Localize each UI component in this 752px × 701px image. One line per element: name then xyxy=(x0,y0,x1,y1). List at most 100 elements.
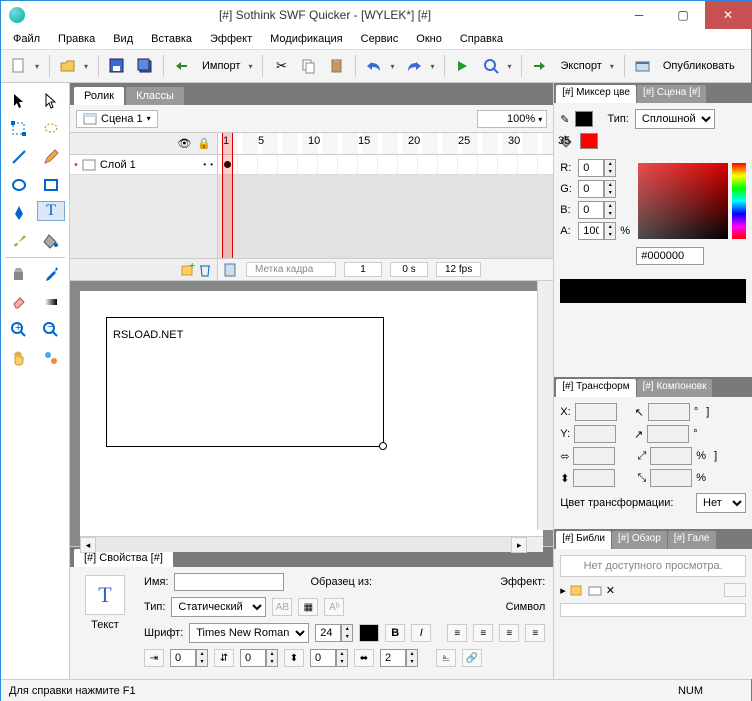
gradient-tool[interactable] xyxy=(37,290,65,314)
sx-input[interactable] xyxy=(650,447,692,465)
h-input[interactable] xyxy=(573,469,615,487)
align-justify[interactable]: ≡ xyxy=(525,624,545,642)
oval-tool[interactable] xyxy=(5,173,33,197)
text-object[interactable]: RSLOAD.NET xyxy=(106,317,384,447)
frames-area[interactable]: 1 5 10 15 20 25 30 35 Метка кадра 1 0 s xyxy=(218,133,553,280)
color-swatch[interactable] xyxy=(359,624,379,642)
name-input[interactable] xyxy=(174,573,284,591)
play-button[interactable] xyxy=(451,54,475,78)
menu-service[interactable]: Сервис xyxy=(353,31,407,47)
menu-help[interactable]: Справка xyxy=(452,31,511,47)
close-button[interactable]: ✕ xyxy=(705,1,751,29)
type-select[interactable]: Статический xyxy=(171,597,266,617)
menu-edit[interactable]: Правка xyxy=(50,31,103,47)
menu-file[interactable]: Файл xyxy=(5,31,48,47)
export-icon[interactable] xyxy=(528,54,552,78)
b-input[interactable]: ▴▾ xyxy=(578,201,616,219)
redo-button[interactable] xyxy=(402,54,426,78)
frame-row[interactable] xyxy=(218,155,553,175)
eyedropper-tool[interactable] xyxy=(37,262,65,286)
sy-input[interactable] xyxy=(650,469,692,487)
line-tool[interactable] xyxy=(5,145,33,169)
add-layer-button[interactable]: + xyxy=(181,263,195,277)
rot-input[interactable] xyxy=(648,403,690,421)
undo-dropdown[interactable]: ▾ xyxy=(390,62,398,71)
hue-slider[interactable] xyxy=(732,163,746,239)
spin-3[interactable]: ▴▾ xyxy=(310,649,348,667)
tab-classes[interactable]: Классы xyxy=(126,87,184,105)
onion-skin-button[interactable] xyxy=(224,263,238,277)
save-button[interactable] xyxy=(105,54,129,78)
paste-button[interactable] xyxy=(325,54,349,78)
playhead[interactable] xyxy=(222,133,233,258)
maximize-button[interactable]: ▢ xyxy=(661,1,705,29)
y-input[interactable] xyxy=(574,425,616,443)
import-icon[interactable] xyxy=(170,54,194,78)
export-dropdown[interactable]: ▾ xyxy=(610,62,618,71)
import-dropdown[interactable]: ▾ xyxy=(248,62,256,71)
browse-tab[interactable]: [#] Обзор xyxy=(612,531,667,549)
fill-swatch[interactable] xyxy=(580,133,598,149)
free-transform-tool[interactable] xyxy=(5,117,33,141)
stroke-swatch[interactable] xyxy=(575,111,593,127)
zoom-in-tool[interactable]: + xyxy=(5,318,33,342)
a-input[interactable]: ▴▾ xyxy=(578,222,616,240)
zoom-out-tool[interactable]: − xyxy=(37,318,65,342)
copy-button[interactable] xyxy=(297,54,321,78)
w-input[interactable] xyxy=(573,447,615,465)
extra-btn-2[interactable]: 🔗 xyxy=(462,649,482,667)
color-transform-select[interactable]: Нет xyxy=(696,493,746,513)
layout-tab[interactable]: [#] Компоновк xyxy=(637,379,713,397)
x-input[interactable] xyxy=(575,403,617,421)
vertical-scrollbar[interactable] xyxy=(537,281,553,530)
lib-play[interactable]: ▸ xyxy=(560,584,566,597)
lib-delete[interactable]: ✕ xyxy=(606,584,615,597)
frame-label-field[interactable]: Метка кадра xyxy=(246,262,336,277)
layer-row[interactable]: • Слой 1 • • xyxy=(70,155,217,175)
hex-input[interactable] xyxy=(636,247,704,265)
menu-window[interactable]: Окно xyxy=(408,31,450,47)
mixer-tab[interactable]: [#] Миксер цве xyxy=(556,85,636,103)
italic-button[interactable]: I xyxy=(411,624,431,642)
horizontal-scrollbar[interactable]: ◂ ▸ xyxy=(80,536,543,552)
library-tab[interactable]: [#] Библи xyxy=(556,531,611,549)
pen-tool[interactable] xyxy=(5,201,33,225)
btn-a2[interactable]: ▦ xyxy=(298,598,318,616)
pencil-tool[interactable] xyxy=(37,145,65,169)
menu-effect[interactable]: Эффект xyxy=(202,31,260,47)
preview-button[interactable] xyxy=(479,54,503,78)
ink-bottle-tool[interactable] xyxy=(5,262,33,286)
open-button[interactable] xyxy=(56,54,80,78)
skew-input[interactable] xyxy=(647,425,689,443)
library-list[interactable] xyxy=(560,603,746,617)
spin-4[interactable]: ▴▾ xyxy=(380,649,418,667)
preview-dropdown[interactable]: ▾ xyxy=(507,62,515,71)
import-button[interactable]: Импорт xyxy=(198,60,244,72)
fill-type-select[interactable]: Сплошной xyxy=(635,109,715,129)
zoom-selector[interactable]: 100% ▾ xyxy=(477,110,547,128)
spin-1[interactable]: ▴▾ xyxy=(170,649,208,667)
g-input[interactable]: ▴▾ xyxy=(578,180,616,198)
color-picker-area[interactable] xyxy=(638,163,728,239)
paint-bucket-tool[interactable] xyxy=(37,229,65,253)
menu-view[interactable]: Вид xyxy=(105,31,141,47)
cut-button[interactable]: ✂ xyxy=(269,54,293,78)
undo-button[interactable] xyxy=(362,54,386,78)
spin-2[interactable]: ▴▾ xyxy=(240,649,278,667)
extra-btn-1[interactable]: ⎁ xyxy=(436,649,456,667)
timeline-ruler[interactable]: 1 5 10 15 20 25 30 35 xyxy=(218,133,553,155)
r-input[interactable]: ▴▾ xyxy=(578,159,616,177)
lib-new-symbol[interactable] xyxy=(570,584,584,596)
new-dropdown[interactable]: ▾ xyxy=(35,62,43,71)
menu-modify[interactable]: Модификация xyxy=(262,31,351,47)
scroll-right[interactable]: ▸ xyxy=(511,537,527,553)
publish-icon[interactable] xyxy=(631,54,655,78)
selection-tool[interactable] xyxy=(5,89,33,113)
align-left[interactable]: ≡ xyxy=(447,624,467,642)
eraser-tool[interactable] xyxy=(5,290,33,314)
align-right[interactable]: ≡ xyxy=(499,624,519,642)
scene-tab[interactable]: [#] Сцена [#] xyxy=(637,85,706,103)
btn-a3[interactable]: Aᵇ xyxy=(324,598,344,616)
rect-tool[interactable] xyxy=(37,173,65,197)
open-dropdown[interactable]: ▾ xyxy=(84,62,92,71)
